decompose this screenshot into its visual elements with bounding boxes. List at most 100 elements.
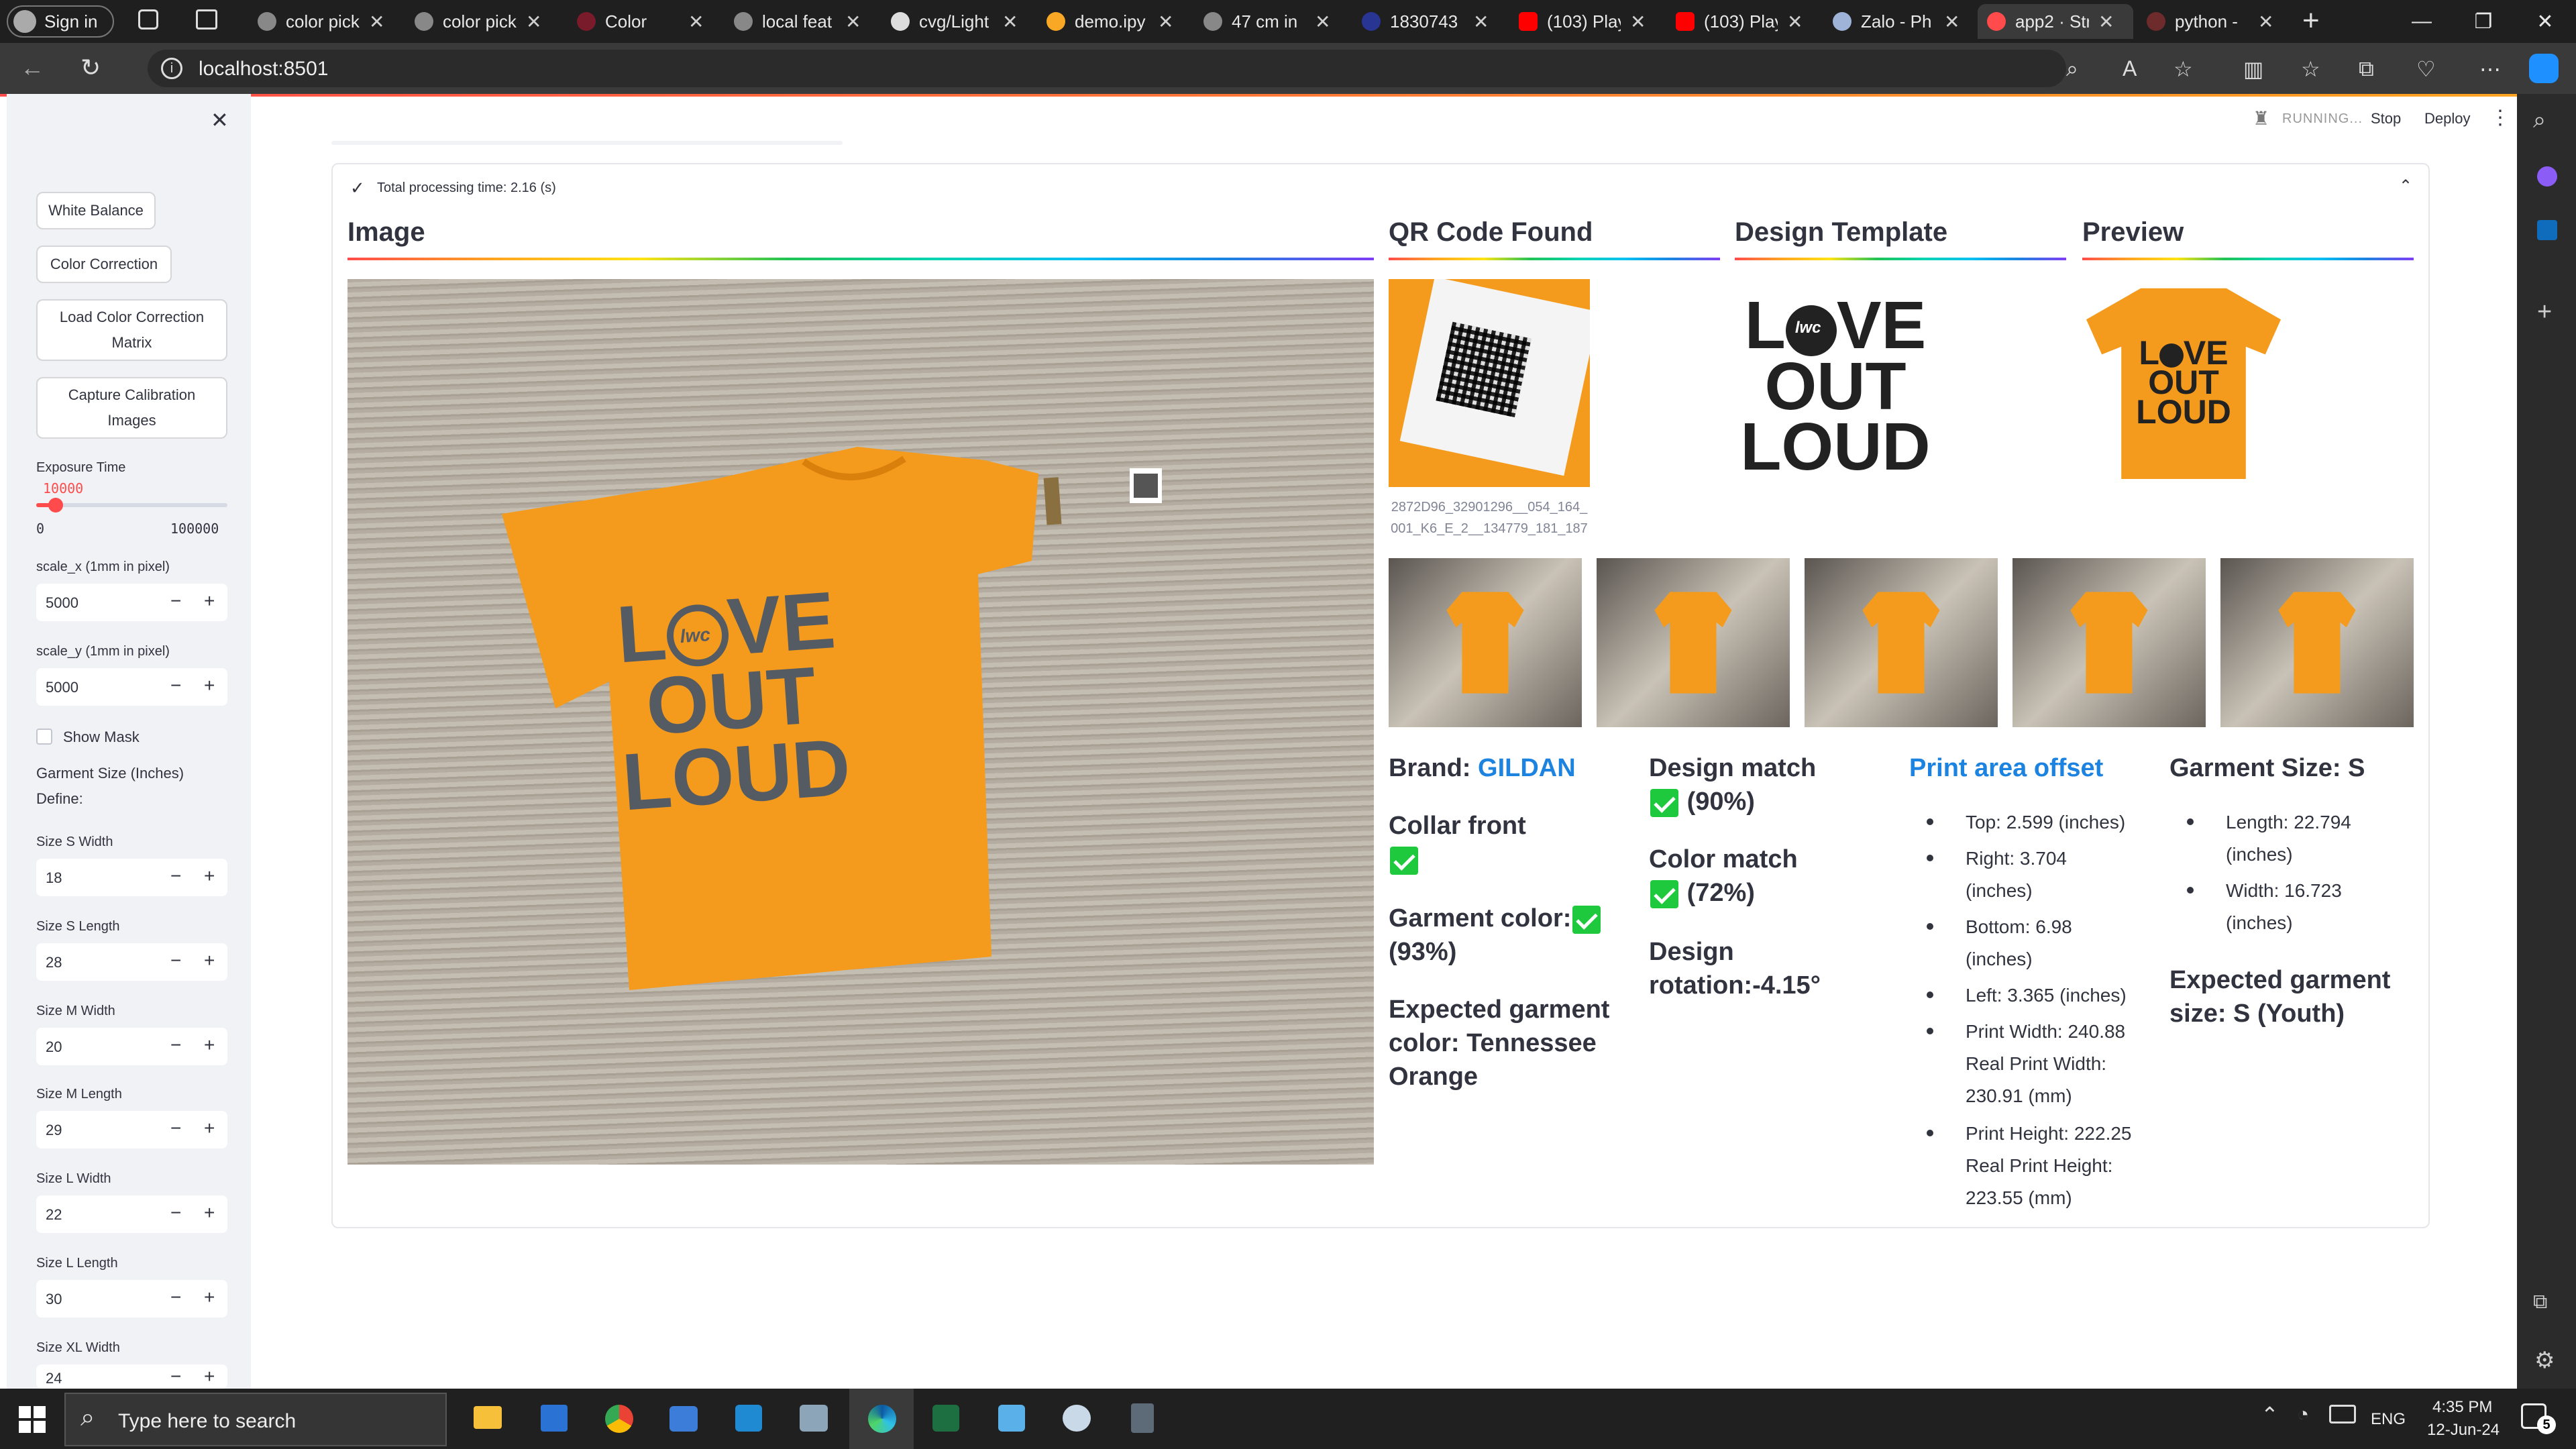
sidebar-settings-icon[interactable]: ⚙	[2534, 1347, 2555, 1374]
close-icon[interactable]: ✕	[1315, 11, 1330, 33]
browser-tab[interactable]: (103) Play ✕	[1666, 4, 1803, 39]
workspaces-icon[interactable]	[138, 9, 158, 30]
close-icon[interactable]: ✕	[845, 11, 861, 33]
split-screen-icon[interactable]: ▥	[2243, 56, 2263, 82]
deploy-button[interactable]: Deploy	[2424, 110, 2470, 127]
clock-date[interactable]: 12-Jun-24	[2427, 1421, 2500, 1440]
search-icon[interactable]: ⌕	[2533, 107, 2546, 133]
browser-tab[interactable]: 47 cm in ✕	[1194, 4, 1330, 39]
browser-tab[interactable]: Color ✕	[568, 4, 704, 39]
white-balance-button[interactable]: White Balance	[36, 192, 156, 229]
increment-icon[interactable]: +	[204, 950, 215, 971]
network-icon[interactable]: ◔	[2297, 1403, 2309, 1426]
collections-icon[interactable]: ⧉	[2359, 56, 2374, 82]
excel-icon[interactable]	[932, 1405, 959, 1432]
new-tab-icon[interactable]: +	[2302, 4, 2320, 38]
vscode-icon[interactable]	[735, 1405, 762, 1432]
increment-icon[interactable]: +	[204, 590, 215, 612]
increment-icon[interactable]: +	[204, 1366, 215, 1387]
load-color-correction-matrix-button[interactable]: Load Color Correction Matrix	[36, 299, 227, 361]
minimize-button[interactable]: —	[2392, 0, 2451, 43]
close-icon[interactable]: ✕	[1158, 11, 1173, 33]
scale-y-input[interactable]: 5000− +	[36, 668, 227, 706]
copilot-sidebar-icon[interactable]	[2537, 166, 2557, 186]
tab-actions-icon[interactable]	[196, 9, 217, 30]
increment-icon[interactable]: +	[204, 1118, 215, 1139]
exposure-slider-track[interactable]	[36, 503, 227, 507]
favorite-star-icon[interactable]: ☆	[2174, 56, 2193, 82]
show-mask-checkbox[interactable]	[36, 729, 52, 745]
close-icon[interactable]: ✕	[1944, 11, 1960, 33]
browser-tab-active[interactable]: app2 · Str ✕	[1978, 4, 2133, 39]
decrement-icon[interactable]: −	[170, 1118, 181, 1139]
decrement-icon[interactable]: −	[170, 950, 181, 971]
increment-icon[interactable]: +	[204, 1034, 215, 1056]
size-xl-width-input[interactable]: 24− +	[36, 1364, 227, 1389]
decrement-icon[interactable]: −	[170, 1202, 181, 1224]
exposure-slider-thumb[interactable]	[48, 498, 63, 513]
increment-icon[interactable]: +	[204, 1287, 215, 1308]
taskbar-search-box[interactable]: ⌕ Type here to search	[64, 1393, 447, 1446]
decrement-icon[interactable]: −	[170, 1287, 181, 1308]
browser-tab[interactable]: color pick ✕	[248, 4, 384, 39]
size-s-length-input[interactable]: 28− +	[36, 943, 227, 981]
profile-button[interactable]: Sign in	[7, 5, 114, 38]
close-icon[interactable]: ✕	[1787, 11, 1803, 33]
close-icon[interactable]: ✕	[2258, 11, 2273, 33]
calculator-icon[interactable]	[1131, 1403, 1154, 1433]
increment-icon[interactable]: +	[204, 675, 215, 696]
increment-icon[interactable]: +	[204, 1202, 215, 1224]
remote-desktop-icon[interactable]	[669, 1406, 698, 1432]
decrement-icon[interactable]: −	[170, 865, 181, 887]
clock-time[interactable]: 4:35 PM	[2432, 1398, 2492, 1417]
capture-calibration-images-button[interactable]: Capture Calibration Images	[36, 377, 227, 439]
size-m-length-input[interactable]: 29− +	[36, 1111, 227, 1148]
store-icon[interactable]	[541, 1405, 568, 1432]
zoom-icon[interactable]: ⌕	[2066, 56, 2078, 82]
close-icon[interactable]: ✕	[1473, 11, 1489, 33]
favorites-icon[interactable]: ☆	[2301, 56, 2320, 82]
address-bar[interactable]: i localhost:8501	[148, 50, 2066, 87]
browser-tab[interactable]: demo.ipy ✕	[1037, 4, 1173, 39]
browser-tab[interactable]: color pick ✕	[405, 4, 541, 39]
file-explorer-icon[interactable]	[474, 1406, 502, 1429]
extensions-icon[interactable]: ♡	[2416, 56, 2436, 82]
browser-tab[interactable]: cvg/Light ✕	[881, 4, 1018, 39]
notepad-icon[interactable]	[998, 1405, 1025, 1432]
browser-tab[interactable]: Zalo - Ph ✕	[1823, 4, 1960, 39]
refresh-icon[interactable]: ↻	[80, 54, 101, 82]
start-icon[interactable]	[19, 1406, 46, 1433]
browser-tab[interactable]: python - ✕	[2137, 4, 2273, 39]
app-icon[interactable]	[800, 1405, 828, 1432]
taskbar-search-placeholder[interactable]: Type here to search	[118, 1410, 296, 1433]
browser-tab[interactable]: 1830743 ✕	[1352, 4, 1489, 39]
decrement-icon[interactable]: −	[170, 590, 181, 612]
close-icon[interactable]: ✕	[1002, 11, 1018, 33]
keyboard-icon[interactable]	[2329, 1405, 2356, 1424]
info-icon[interactable]: i	[161, 58, 182, 79]
copilot-icon[interactable]	[2529, 54, 2559, 83]
close-icon[interactable]: ✕	[2098, 11, 2114, 33]
screenshot-icon[interactable]: ⧉	[2533, 1291, 2547, 1313]
scale-x-input[interactable]: 5000− +	[36, 584, 227, 621]
close-icon[interactable]: ✕	[369, 11, 384, 33]
read-aloud-icon[interactable]: A	[2123, 56, 2137, 81]
add-sidebar-icon[interactable]: +	[2537, 298, 2552, 327]
close-window-button[interactable]: ✕	[2516, 0, 2575, 43]
outlook-icon[interactable]	[2537, 220, 2557, 240]
close-icon[interactable]: ✕	[526, 11, 541, 33]
close-icon[interactable]: ✕	[1630, 11, 1646, 33]
main-menu-icon[interactable]: ⋮	[2490, 106, 2510, 129]
decrement-icon[interactable]: −	[170, 1034, 181, 1056]
size-s-width-input[interactable]: 18− +	[36, 859, 227, 896]
close-sidebar-icon[interactable]: ✕	[211, 107, 229, 133]
browser-tab[interactable]: local feat ✕	[724, 4, 861, 39]
paint-icon[interactable]	[1063, 1405, 1091, 1432]
decrement-icon[interactable]: −	[170, 1366, 181, 1387]
close-icon[interactable]: ✕	[688, 11, 704, 33]
show-hidden-icons-icon[interactable]: ⌃	[2261, 1402, 2279, 1428]
stop-button[interactable]: Stop	[2371, 110, 2401, 127]
color-correction-button[interactable]: Color Correction	[36, 246, 172, 283]
increment-icon[interactable]: +	[204, 865, 215, 887]
back-icon[interactable]: ←	[20, 54, 44, 82]
